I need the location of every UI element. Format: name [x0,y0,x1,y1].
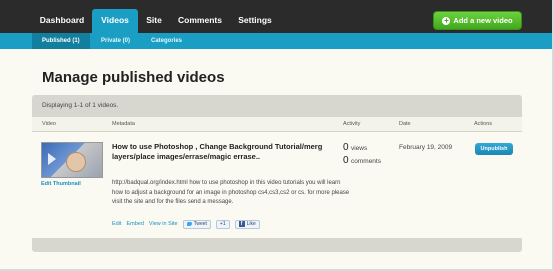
tab-comments[interactable]: Comments [172,9,228,33]
tab-dashboard[interactable]: Dashboard [34,9,90,33]
edit-thumbnail-link[interactable]: Edit Thumbnail [41,181,81,187]
video-title[interactable]: How to use Photoshop , Change Background… [112,142,337,162]
top-navigation: Dashboard Videos Site Comments Settings … [0,0,552,33]
views-count: 0 [343,142,349,153]
column-video: Video [42,121,56,127]
video-date: February 19, 2009 [399,144,453,151]
subtab-private[interactable]: Private (0) [101,33,141,49]
plus-icon: + [442,15,451,25]
page-title: Manage published videos [42,69,225,86]
column-metadata: Metadata [112,121,135,127]
add-video-button[interactable]: + Add a new video [433,11,522,30]
table-row: Edit Thumbnail How to use Photoshop , Ch… [32,133,522,237]
like-button[interactable]: f Like [234,219,260,229]
twitter-icon [186,222,192,226]
column-activity: Activity [343,121,361,127]
sub-navigation: Published (1) Private (0) Categories [0,33,552,49]
tweet-label: Tweet [193,221,207,227]
comments-count: 0 [343,155,349,166]
column-date: Date [399,121,411,127]
play-icon [48,153,56,165]
comments-label: comments [351,158,381,165]
video-links: Edit Embed View in Site Tweet +1 f Like [112,219,260,229]
video-thumbnail[interactable] [41,142,103,178]
plus-one-button[interactable]: +1 [215,219,230,229]
add-video-label: Add a new video [453,16,513,25]
edit-link[interactable]: Edit [112,221,121,227]
view-in-site-link[interactable]: View in Site [149,221,178,227]
like-label: Like [246,221,256,227]
tab-videos[interactable]: Videos [92,9,138,33]
views-label: views [351,145,368,152]
tweet-button[interactable]: Tweet [182,219,211,229]
video-description: http://badqual.org/index.html how to use… [112,180,350,205]
tab-site[interactable]: Site [140,9,168,33]
subtab-categories[interactable]: Categories [151,33,191,49]
column-actions: Actions [474,121,493,127]
results-count: Displaying 1-1 of 1 videos. [42,102,119,109]
table-header: Video Metadata Activity Date Actions [32,117,522,132]
thumbnail-face [66,152,86,172]
results-header: Displaying 1-1 of 1 videos. [32,95,522,117]
subtab-published[interactable]: Published (1) [32,33,90,49]
app-window: Dashboard Videos Site Comments Settings … [0,0,554,271]
tab-settings[interactable]: Settings [232,9,278,33]
unpublish-button[interactable]: Unpublish [475,143,513,155]
facebook-icon: f [238,221,245,227]
results-footer [32,238,522,252]
embed-link[interactable]: Embed [126,221,143,227]
